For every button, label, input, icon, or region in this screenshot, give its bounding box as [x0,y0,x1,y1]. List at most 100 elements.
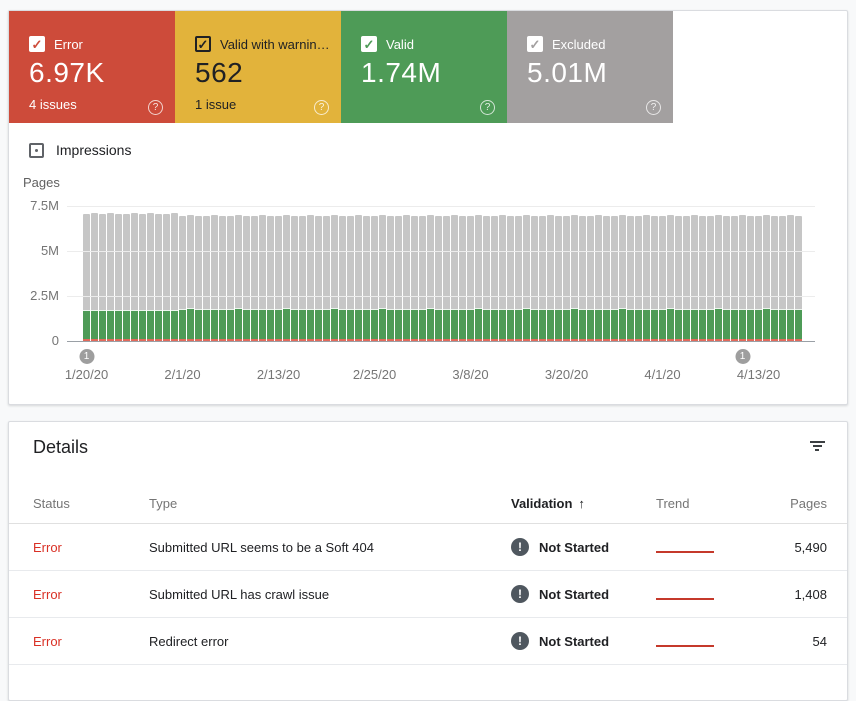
bar[interactable] [443,216,450,341]
bar[interactable] [627,216,634,341]
bar[interactable] [411,216,418,341]
bar[interactable] [331,215,338,341]
bar[interactable] [771,216,778,341]
bar[interactable] [355,215,362,341]
bar[interactable] [795,216,802,341]
col-header-type[interactable]: Type [149,484,177,523]
bar[interactable] [499,215,506,341]
bar[interactable] [643,215,650,341]
bar[interactable] [171,213,178,341]
bar[interactable] [523,215,530,341]
bar[interactable] [755,216,762,341]
bar[interactable] [419,216,426,341]
bar[interactable] [675,216,682,341]
bar[interactable] [299,216,306,341]
bar[interactable] [291,216,298,341]
bar[interactable] [563,216,570,341]
bar[interactable] [347,216,354,341]
col-header-pages[interactable]: Pages [790,484,827,523]
bar[interactable] [747,216,754,341]
bar[interactable] [667,215,674,341]
bar[interactable] [195,216,202,341]
bar[interactable] [723,216,730,341]
bar[interactable] [379,215,386,341]
bar[interactable] [467,216,474,341]
col-header-validation[interactable]: Validation ↑ [511,484,585,523]
bar[interactable] [123,214,130,341]
bar[interactable] [651,216,658,341]
bar[interactable] [387,216,394,341]
bar[interactable] [211,215,218,341]
bar[interactable] [323,216,330,341]
bar[interactable] [259,215,266,341]
bar[interactable] [203,216,210,341]
bar[interactable] [315,216,322,341]
table-row[interactable]: Error Submitted URL has crawl issue ! No… [9,571,847,618]
bar[interactable] [699,216,706,341]
bar[interactable] [115,214,122,341]
bar[interactable] [139,214,146,341]
bar[interactable] [83,214,90,341]
bar[interactable] [371,216,378,341]
table-row[interactable]: Error Submitted URL seems to be a Soft 4… [9,524,847,571]
bar[interactable] [691,215,698,341]
bar[interactable] [91,213,98,341]
bar[interactable] [227,216,234,341]
bar[interactable] [595,215,602,341]
bar[interactable] [619,215,626,341]
bar[interactable] [739,215,746,341]
bar[interactable] [787,215,794,341]
bar[interactable] [147,213,154,341]
bar[interactable] [507,216,514,341]
bar[interactable] [363,216,370,341]
bar[interactable] [579,216,586,341]
bar[interactable] [779,216,786,341]
bar[interactable] [451,215,458,341]
bar[interactable] [283,215,290,341]
bar[interactable] [539,216,546,341]
bar[interactable] [403,215,410,341]
bar[interactable] [603,216,610,341]
bar[interactable] [635,216,642,341]
bar[interactable] [107,213,114,341]
bar[interactable] [243,216,250,341]
bar[interactable] [395,216,402,341]
bar[interactable] [475,215,482,341]
bar[interactable] [219,216,226,341]
annotation-marker[interactable]: 1 [79,349,94,364]
bar[interactable] [531,216,538,341]
bar[interactable] [99,214,106,341]
bar[interactable] [187,215,194,341]
bar[interactable] [435,216,442,341]
bar[interactable] [131,213,138,341]
bar[interactable] [235,215,242,341]
bar[interactable] [763,215,770,341]
bar[interactable] [459,216,466,341]
bar[interactable] [731,216,738,341]
bar[interactable] [587,216,594,341]
bar[interactable] [715,215,722,341]
annotation-marker[interactable]: 1 [735,349,750,364]
bar[interactable] [339,216,346,341]
bar[interactable] [267,216,274,341]
bar[interactable] [251,216,258,341]
col-header-status[interactable]: Status [33,484,70,523]
filter-icon[interactable] [805,434,829,458]
bar[interactable] [307,215,314,341]
bar[interactable] [555,216,562,341]
bar[interactable] [515,216,522,341]
bar[interactable] [659,216,666,341]
bar[interactable] [707,216,714,341]
bar[interactable] [155,214,162,341]
bar[interactable] [547,215,554,341]
bar[interactable] [179,216,186,341]
col-header-trend[interactable]: Trend [656,484,714,523]
bar[interactable] [611,216,618,341]
bar[interactable] [427,215,434,341]
bar[interactable] [683,216,690,341]
bar[interactable] [275,216,282,341]
bar[interactable] [491,216,498,341]
table-row[interactable]: Error Redirect error ! Not Started 54 [9,618,847,665]
bar[interactable] [483,216,490,341]
bar[interactable] [163,214,170,341]
